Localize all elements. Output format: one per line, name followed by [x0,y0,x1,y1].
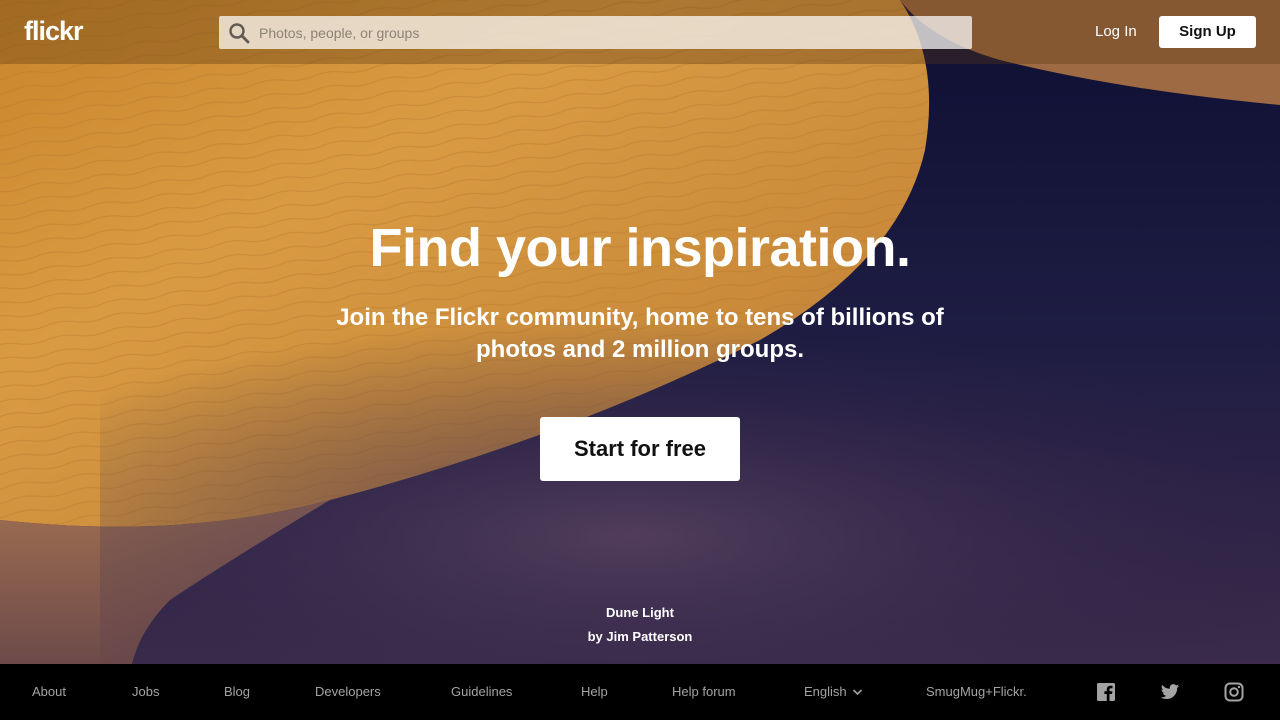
chevron-down-icon [852,689,862,696]
search-bar[interactable] [219,16,972,49]
footer-link-help-forum[interactable]: Help forum [672,683,736,701]
instagram-icon[interactable] [1224,682,1244,702]
photo-credit: Dune Light by Jim Patterson [0,601,1280,649]
footer-link-guidelines[interactable]: Guidelines [451,683,512,701]
facebook-icon[interactable] [1096,682,1116,702]
footer: About Jobs Blog Developers Guidelines He… [0,664,1280,720]
flickr-landing-page: flickr Log In Sign Up Find your inspirat… [0,0,1280,720]
language-label: English [804,684,847,699]
login-link[interactable]: Log In [1088,21,1144,43]
footer-link-smugmug[interactable]: SmugMug+Flickr. [926,683,1027,701]
search-icon[interactable] [228,22,250,44]
search-input[interactable] [259,17,949,48]
hero-subtitle: Join the Flickr community, home to tens … [336,304,944,363]
footer-link-developers[interactable]: Developers [315,683,381,701]
footer-link-about[interactable]: About [32,683,66,701]
top-nav-bar: flickr Log In Sign Up [0,0,1280,64]
photo-title-link[interactable]: Dune Light [0,601,1280,625]
hero-title: Find your inspiration. [369,218,912,278]
footer-link-help[interactable]: Help [581,683,608,701]
twitter-icon[interactable] [1160,682,1180,702]
flickr-logo[interactable]: flickr [24,14,84,48]
photo-author-link[interactable]: by Jim Patterson [0,625,1280,649]
start-for-free-button[interactable]: Start for free [540,417,740,481]
signup-button[interactable]: Sign Up [1159,16,1256,48]
footer-link-jobs[interactable]: Jobs [132,683,159,701]
footer-link-blog[interactable]: Blog [224,683,250,701]
language-selector[interactable]: English [804,683,863,701]
